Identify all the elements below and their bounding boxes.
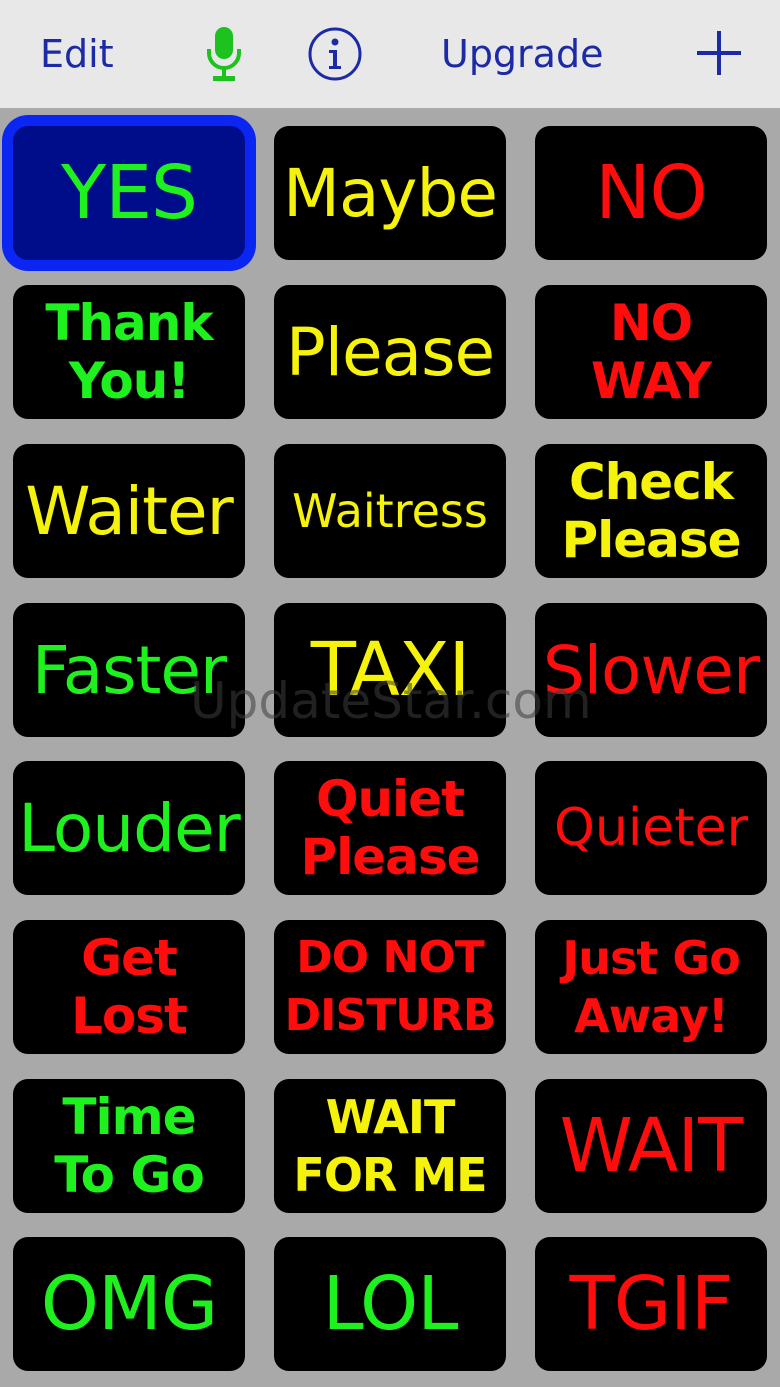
tile-label: Just Go Away! — [562, 931, 741, 1043]
tile-label: Louder — [18, 789, 240, 867]
info-icon[interactable] — [308, 27, 362, 81]
tile-label: OMG — [40, 1261, 218, 1347]
phrase-tile-please[interactable]: Please — [274, 285, 506, 419]
phrase-tile-waiter[interactable]: Waiter — [13, 444, 245, 578]
tile-label: Waitress — [292, 484, 488, 538]
phrase-tile-taxi[interactable]: TAXI — [274, 603, 506, 737]
tile-label: Time To Go — [54, 1088, 205, 1204]
tile-label: NO — [595, 150, 708, 236]
phrase-tile-thank-you[interactable]: Thank You! — [13, 285, 245, 419]
phrase-tile-get-lost[interactable]: Get Lost — [13, 920, 245, 1054]
phrase-tile-yes[interactable]: YES — [13, 126, 245, 260]
phrase-tile-waitress[interactable]: Waitress — [274, 444, 506, 578]
phrase-tile-quiet-please[interactable]: Quiet Please — [274, 761, 506, 895]
tile-label: Quiet Please — [300, 770, 480, 886]
phrase-tile-wait[interactable]: WAIT — [535, 1079, 767, 1213]
edit-button[interactable]: Edit — [40, 35, 114, 73]
plus-icon[interactable] — [697, 31, 741, 75]
tile-label: DO NOT DISTURB — [284, 932, 497, 1041]
tile-label: Please — [285, 313, 495, 391]
tile-label: LOL — [322, 1261, 458, 1347]
tile-label: TAXI — [310, 627, 471, 713]
phrase-tile-wait-for-me[interactable]: WAIT FOR ME — [274, 1079, 506, 1213]
tile-label: TGIF — [569, 1261, 734, 1347]
tile-label: NO WAY — [590, 294, 712, 410]
tile-label: Slower — [542, 631, 760, 709]
phrase-tile-do-not-disturb[interactable]: DO NOT DISTURB — [274, 920, 506, 1054]
tile-label: Waiter — [25, 472, 233, 550]
tile-label: Faster — [31, 631, 227, 709]
phrase-tile-maybe[interactable]: Maybe — [274, 126, 506, 260]
phrase-tile-just-go-away[interactable]: Just Go Away! — [535, 920, 767, 1054]
toolbar: Edit Upgrade — [0, 0, 780, 108]
phrase-tile-no-way[interactable]: NO WAY — [535, 285, 767, 419]
tile-label: YES — [61, 150, 198, 236]
tile-label: Thank You! — [45, 294, 213, 410]
microphone-icon[interactable] — [206, 25, 242, 85]
phrase-tile-check-please[interactable]: Check Please — [535, 444, 767, 578]
phrase-tile-slower[interactable]: Slower — [535, 603, 767, 737]
phrase-tile-tgif[interactable]: TGIF — [535, 1237, 767, 1371]
phrase-tile-no[interactable]: NO — [535, 126, 767, 260]
tile-label: Quieter — [553, 798, 749, 858]
tile-label: WAIT FOR ME — [293, 1090, 487, 1202]
phrase-tile-omg[interactable]: OMG — [13, 1237, 245, 1371]
tile-label: Get Lost — [71, 929, 188, 1045]
phrase-tile-quieter[interactable]: Quieter — [535, 761, 767, 895]
phrase-tile-time-to-go[interactable]: Time To Go — [13, 1079, 245, 1213]
upgrade-button[interactable]: Upgrade — [441, 35, 603, 73]
tile-label: Check Please — [561, 453, 741, 569]
phrase-tile-faster[interactable]: Faster — [13, 603, 245, 737]
phrase-tile-lol[interactable]: LOL — [274, 1237, 506, 1371]
phrase-tile-louder[interactable]: Louder — [13, 761, 245, 895]
tile-label: Maybe — [283, 154, 498, 232]
tile-label: WAIT — [559, 1103, 744, 1189]
